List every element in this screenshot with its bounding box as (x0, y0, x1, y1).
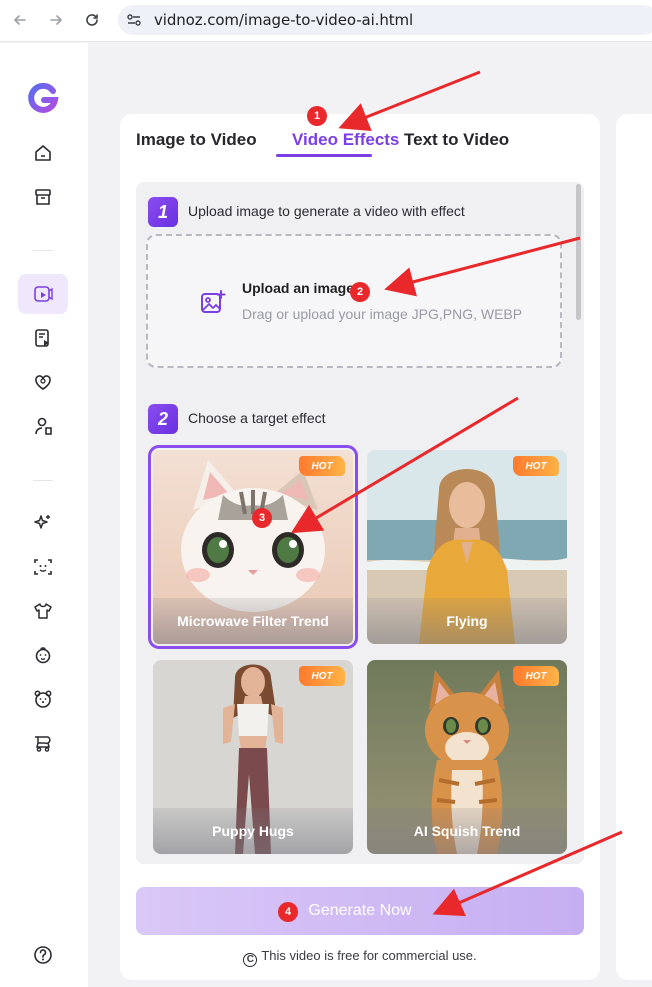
annotation-badge-1: 1 (307, 106, 327, 126)
add-image-icon (201, 290, 226, 313)
hot-badge: HOT (513, 666, 559, 686)
hot-badge: HOT (299, 456, 345, 476)
home-icon[interactable] (18, 133, 68, 173)
face-scan-icon[interactable] (18, 547, 68, 587)
sidebar (0, 43, 88, 987)
hot-badge: HOT (513, 456, 559, 476)
tab-text-to-video[interactable]: Text to Video (404, 130, 509, 150)
step-2-badge: 2 (148, 404, 178, 434)
commercial-use-note: C This video is free for commercial use. (120, 948, 600, 967)
annotation-badge-2: 2 (350, 282, 370, 302)
baby-icon[interactable] (18, 635, 68, 675)
bear-icon[interactable] (18, 679, 68, 719)
image-video-icon[interactable] (18, 274, 68, 314)
sidebar-divider (33, 250, 53, 251)
effect-card-flying[interactable]: HOT Flying (367, 450, 567, 644)
commercial-use-text: This video is free for commercial use. (261, 948, 477, 963)
effect-label: AI Squish Trend (367, 808, 567, 854)
address-bar[interactable]: vidnoz.com/image-to-video-ai.html (118, 5, 652, 35)
effect-label: Puppy Hugs (153, 808, 353, 854)
tab-video-effects[interactable]: Video Effects (292, 130, 399, 150)
help-icon[interactable] (18, 935, 68, 975)
generate-now-label: Generate Now (308, 902, 412, 919)
annotation-badge-4: 4 (278, 902, 298, 922)
generate-now-button[interactable]: Generate Now (136, 887, 584, 935)
sidebar-divider (33, 480, 53, 481)
active-tab-indicator (276, 154, 372, 157)
url-text: vidnoz.com/image-to-video-ai.html (154, 11, 414, 29)
vidnoz-logo[interactable] (26, 81, 60, 115)
main-panel: Image to Video Video Effects Text to Vid… (120, 114, 600, 980)
effect-card-puppy-hugs[interactable]: HOT Puppy Hugs (153, 660, 353, 854)
arrow-left-icon[interactable] (8, 8, 32, 32)
stroller-icon[interactable] (18, 723, 68, 763)
effect-card-microwave-filter[interactable]: HOT Microwave Filter Trend (148, 445, 358, 649)
copyright-icon: C (243, 953, 258, 967)
step-2-label: Choose a target effect (188, 410, 326, 426)
upload-subtitle: Drag or upload your image JPG,PNG, WEBP (242, 306, 523, 322)
sparkle-icon[interactable] (18, 503, 68, 543)
step-1-label: Upload image to generate a video with ef… (188, 203, 465, 219)
preview-panel (616, 114, 652, 980)
effect-card-ai-squish[interactable]: HOT AI Squish Trend (367, 660, 567, 854)
scrollbar[interactable] (576, 182, 584, 864)
upload-title: Upload an image (242, 280, 355, 296)
effect-label: Flying (367, 598, 567, 644)
tab-image-to-video[interactable]: Image to Video (136, 130, 257, 150)
upload-dropzone[interactable]: Upload an image Drag or upload your imag… (146, 234, 562, 368)
script-video-icon[interactable] (18, 318, 68, 358)
scrollbar-thumb[interactable] (576, 184, 581, 320)
annotation-badge-3: 3 (252, 508, 272, 528)
archive-icon[interactable] (18, 177, 68, 217)
heart-shield-icon[interactable] (18, 362, 68, 402)
step-1-badge: 1 (148, 197, 178, 227)
hot-badge: HOT (299, 666, 345, 686)
effect-label: Microwave Filter Trend (153, 598, 353, 644)
reload-icon[interactable] (80, 8, 104, 32)
tshirt-icon[interactable] (18, 591, 68, 631)
avatar-icon[interactable] (18, 406, 68, 446)
arrow-right-icon[interactable] (44, 8, 68, 32)
browser-toolbar: vidnoz.com/image-to-video-ai.html (0, 0, 652, 42)
site-settings-icon[interactable] (126, 12, 142, 28)
